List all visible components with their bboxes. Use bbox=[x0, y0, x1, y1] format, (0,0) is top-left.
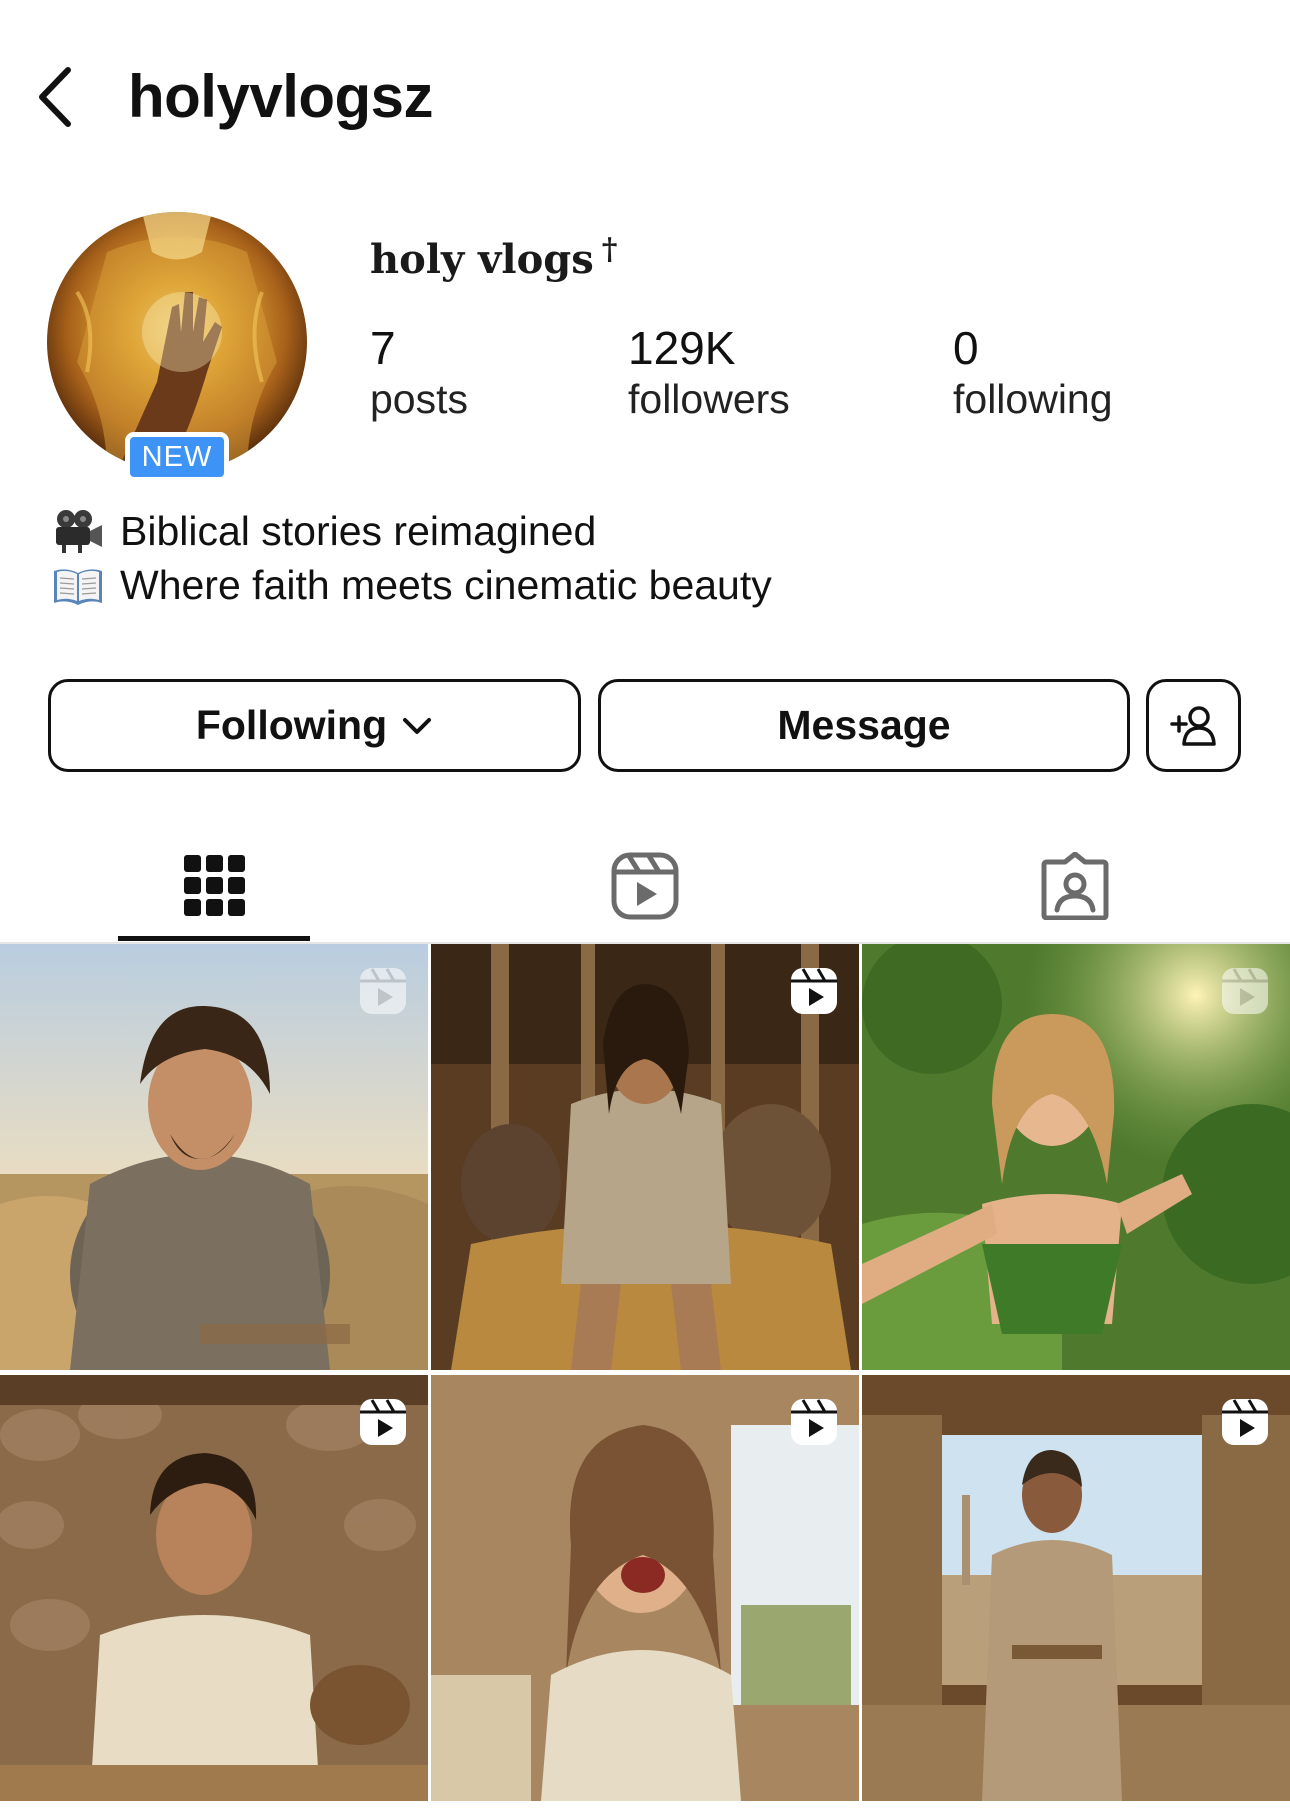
profile-tabs bbox=[0, 830, 1290, 942]
followers-count: 129K bbox=[628, 322, 736, 374]
bio-text-2: Where faith meets cinematic beauty bbox=[120, 562, 772, 608]
message-button[interactable]: Message bbox=[598, 679, 1130, 772]
following-label: following bbox=[953, 376, 1113, 422]
bio-line: Where faith meets cinematic beauty bbox=[52, 558, 772, 612]
grid-post[interactable] bbox=[862, 1375, 1290, 1801]
active-tab-indicator bbox=[118, 936, 310, 941]
following-button[interactable]: Following bbox=[48, 679, 581, 772]
following-count: 0 bbox=[953, 322, 979, 374]
open-book-icon bbox=[52, 563, 104, 607]
header-username: holyvlogsz bbox=[128, 63, 434, 130]
profile-avatar[interactable]: NEW bbox=[47, 212, 307, 482]
followers-label: followers bbox=[628, 376, 790, 422]
reel-icon bbox=[1222, 968, 1268, 1014]
cross-symbol: † bbox=[601, 232, 618, 267]
grid-post[interactable] bbox=[862, 944, 1290, 1370]
reel-icon bbox=[791, 968, 837, 1014]
tab-reels[interactable] bbox=[430, 830, 860, 942]
tab-posts[interactable] bbox=[0, 830, 430, 942]
suggested-users-button[interactable] bbox=[1146, 679, 1241, 772]
grid-post[interactable] bbox=[431, 1375, 859, 1801]
new-badge: NEW bbox=[125, 432, 229, 482]
chevron-left-icon bbox=[39, 67, 71, 127]
bio-line: Biblical stories reimagined bbox=[52, 504, 772, 558]
following-stat[interactable]: 0 following bbox=[953, 322, 1113, 424]
followers-stat[interactable]: 129K followers bbox=[628, 322, 790, 424]
back-button[interactable] bbox=[34, 62, 82, 132]
profile-bio: Biblical stories reimagined Where faith … bbox=[52, 504, 772, 612]
grid-post[interactable] bbox=[0, 1375, 428, 1801]
display-name-text: holy vlogs bbox=[370, 236, 594, 283]
chevron-down-icon bbox=[403, 717, 432, 734]
message-button-label: Message bbox=[777, 702, 951, 748]
following-button-label: Following bbox=[195, 702, 388, 748]
reel-icon bbox=[1222, 1399, 1268, 1445]
grid-post[interactable] bbox=[0, 944, 428, 1370]
tab-tagged[interactable] bbox=[860, 830, 1290, 942]
posts-label: posts bbox=[370, 376, 468, 422]
grid-post[interactable] bbox=[431, 944, 859, 1370]
display-name: holy vlogs † bbox=[370, 232, 617, 292]
posts-count: 7 bbox=[370, 322, 396, 374]
reel-icon bbox=[360, 968, 406, 1014]
grid-icon bbox=[184, 855, 245, 916]
posts-grid bbox=[0, 944, 1290, 1813]
profile-header: holyvlogsz bbox=[0, 0, 1290, 190]
reel-icon bbox=[791, 1399, 837, 1445]
posts-stat[interactable]: 7 posts bbox=[370, 322, 468, 424]
reels-icon bbox=[611, 852, 679, 920]
reel-icon bbox=[360, 1399, 406, 1445]
add-user-icon bbox=[1169, 705, 1216, 746]
tagged-icon bbox=[1041, 852, 1109, 920]
bio-text-1: Biblical stories reimagined bbox=[120, 508, 597, 554]
movie-camera-icon bbox=[52, 509, 104, 553]
